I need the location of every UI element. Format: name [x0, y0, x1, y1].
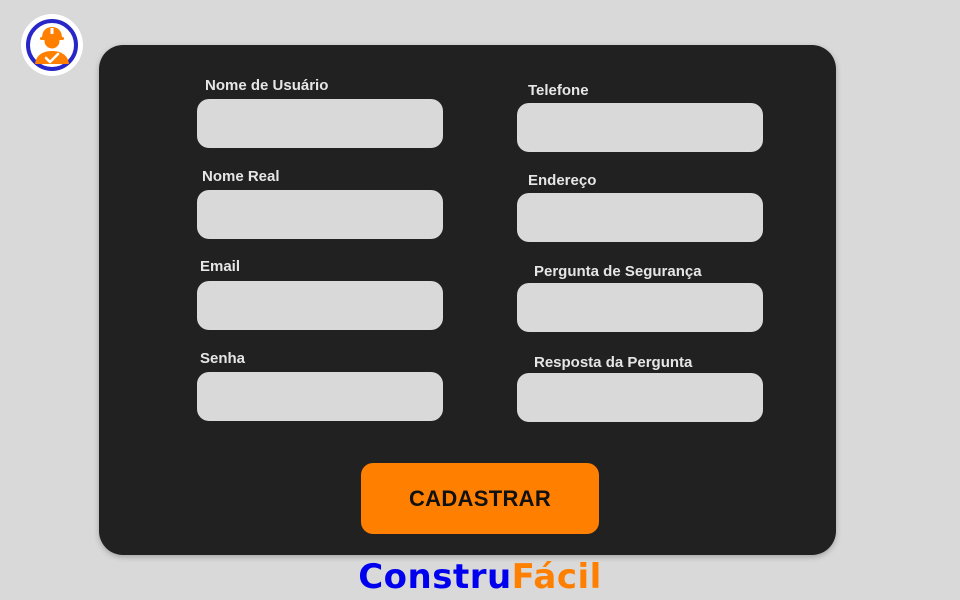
real-name-label: Nome Real	[202, 168, 280, 185]
security-question-input[interactable]	[517, 283, 763, 332]
logo-badge	[21, 14, 83, 76]
security-answer-label: Resposta da Pergunta	[534, 354, 693, 371]
brand-wordmark: ConstruFácil	[0, 556, 960, 598]
address-input[interactable]	[517, 193, 763, 242]
brand-part-easy: Fácil	[511, 557, 602, 597]
brand-part-construction: Constru	[358, 557, 512, 597]
security-question-label: Pergunta de Segurança	[534, 263, 702, 280]
phone-input[interactable]	[517, 103, 763, 152]
register-button[interactable]: CADASTRAR	[361, 463, 599, 534]
construction-worker-icon	[26, 19, 78, 71]
email-label: Email	[200, 258, 241, 275]
address-label: Endereço	[528, 172, 597, 189]
password-label: Senha	[200, 350, 246, 367]
password-input[interactable]	[197, 372, 443, 421]
username-input[interactable]	[197, 99, 443, 148]
security-answer-input[interactable]	[517, 373, 763, 422]
real-name-input[interactable]	[197, 190, 443, 239]
username-label: Nome de Usuário	[205, 77, 329, 94]
registration-card: Nome de Usuário Nome Real Email Senha Te…	[99, 45, 836, 555]
phone-label: Telefone	[528, 82, 589, 99]
email-input[interactable]	[197, 281, 443, 330]
